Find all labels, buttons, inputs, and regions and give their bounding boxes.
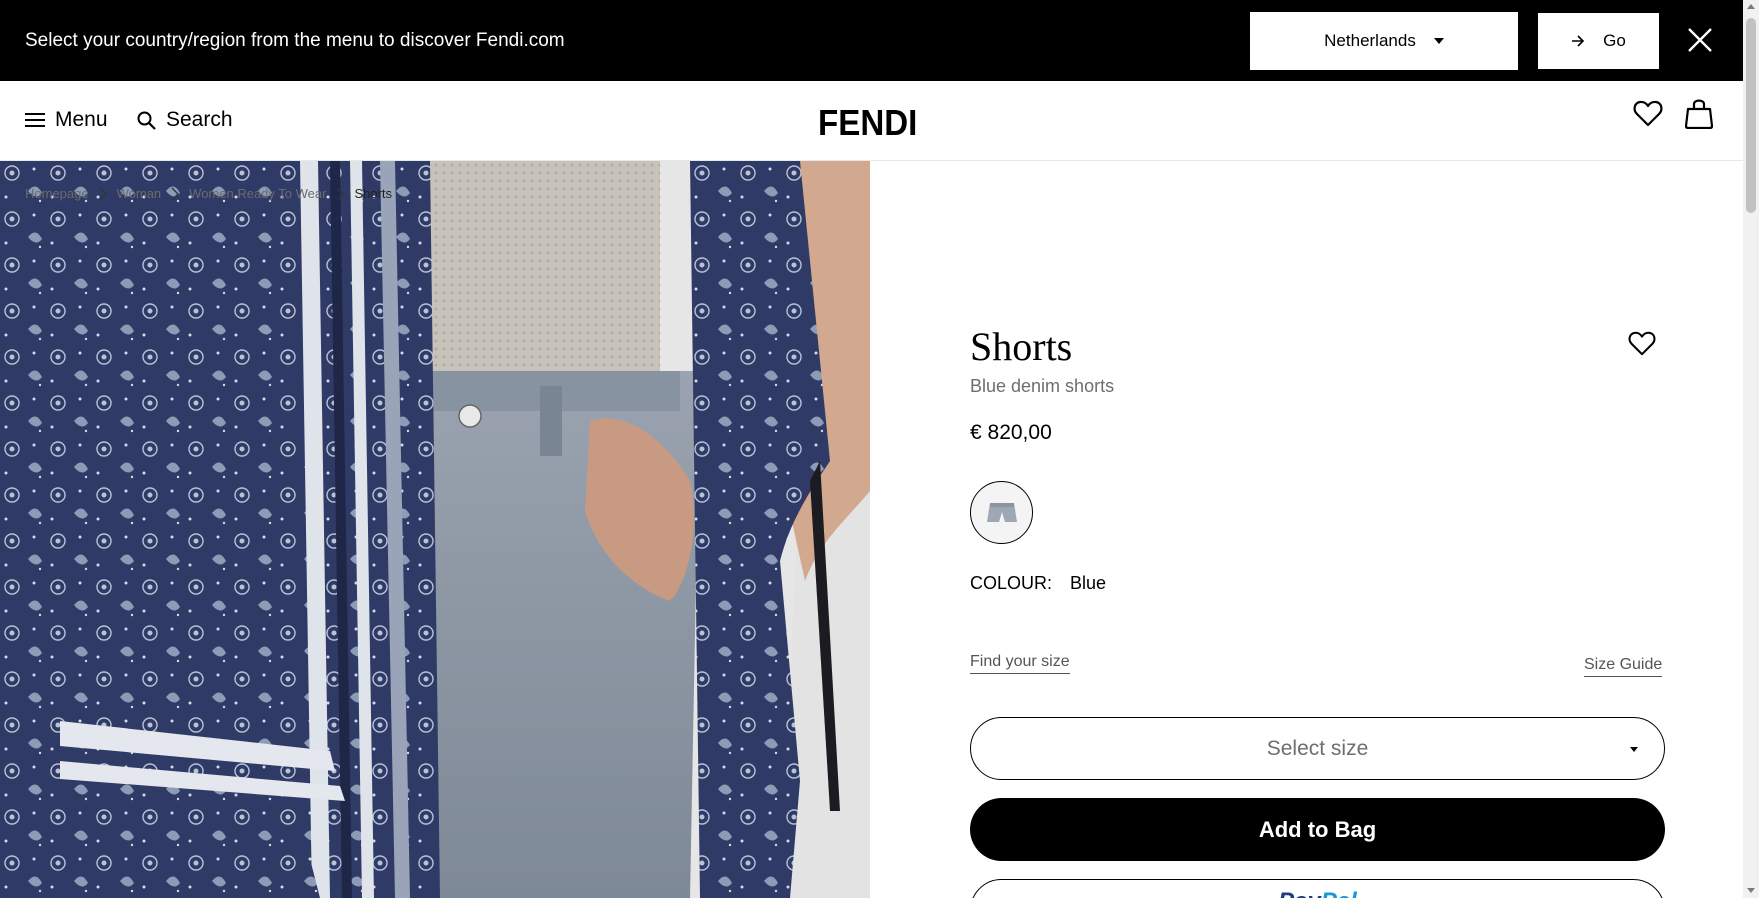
product-price: € 820,00 [970,421,1052,444]
go-button[interactable]: Go [1538,13,1659,69]
paypal-button[interactable]: PayPal [970,879,1665,898]
scroll-down-arrow-icon[interactable] [1747,888,1755,893]
scroll-up-arrow-icon[interactable] [1747,4,1755,9]
add-to-bag-button[interactable]: Add to Bag [970,798,1665,861]
site-header: Menu Search FENDI [0,81,1743,161]
arrow-right-icon [1572,35,1585,47]
colour-swatch-blue[interactable] [970,481,1033,544]
shopping-bag-icon[interactable] [1685,97,1713,129]
swatch-thumbnail [986,502,1017,522]
caret-down-icon [1433,38,1444,44]
paypal-pay-text: Pay [1278,888,1321,898]
product-details: Shorts Blue denim shorts € 820,00 COLOUR… [870,161,1743,898]
page-scrollbar[interactable] [1743,0,1759,898]
caret-down-icon [1630,747,1638,752]
colour-label: COLOUR: [970,573,1053,593]
chevron-right-icon [99,187,107,200]
size-guide-link[interactable]: Size Guide [1584,656,1663,677]
size-select[interactable]: Select size [970,717,1665,780]
scrollbar-thumb[interactable] [1746,18,1756,213]
chevron-right-icon [336,187,345,200]
go-button-label: Go [1603,31,1626,50]
fendi-logo[interactable]: FENDI [818,102,917,144]
product-image[interactable] [0,161,870,898]
banner-message: Select your country/region from the menu… [25,30,565,51]
search-label: Search [166,108,233,131]
product-photo [0,161,870,898]
country-select[interactable]: Netherlands [1250,12,1518,70]
menu-button[interactable]: Menu [25,108,108,132]
colour-value: Blue [1070,573,1107,593]
find-your-size-link[interactable]: Find your size [970,653,1070,674]
close-icon[interactable] [1687,27,1713,53]
heart-icon[interactable] [1628,331,1656,357]
size-select-placeholder: Select size [1266,736,1369,760]
breadcrumb-ready-to-wear[interactable]: Women Ready To Wear [189,186,326,201]
chevron-right-icon [171,187,180,200]
search-button[interactable]: Search [137,108,233,132]
breadcrumb-shorts: Shorts [354,186,393,201]
menu-label: Menu [55,108,108,131]
product-subtitle: Blue denim shorts [970,376,1115,396]
hamburger-icon [25,113,45,127]
breadcrumb: Homepage Woman Women Ready To Wear Short… [25,186,392,201]
breadcrumb-woman[interactable]: Woman [117,186,162,201]
colour-row: COLOUR: Blue [970,573,1106,594]
product-title: Shorts [970,324,1073,369]
paypal-pal-text: Pal [1321,888,1357,898]
breadcrumb-homepage[interactable]: Homepage [25,186,89,201]
heart-icon[interactable] [1633,99,1663,129]
search-icon [137,111,156,130]
country-select-value: Netherlands [1324,31,1416,50]
country-banner: Select your country/region from the menu… [0,0,1743,81]
